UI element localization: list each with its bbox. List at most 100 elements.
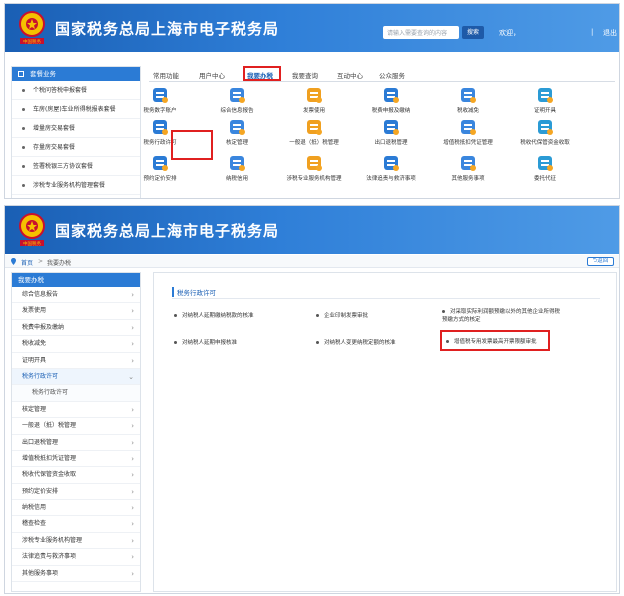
tab-0[interactable]: 常用功能 <box>153 70 179 80</box>
service-item[interactable]: 增值税抵扣凭证管理 <box>432 119 504 148</box>
sidebar-item[interactable]: 综合信息报告 › <box>12 287 140 304</box>
sidebar-item[interactable]: 税费申报及缴纳 › <box>12 320 140 337</box>
sidebar-item[interactable]: 发票使用 › <box>12 303 140 320</box>
service-icon <box>461 88 476 103</box>
sidebar-item[interactable]: 出口退税管理 › <box>12 435 140 451</box>
service-label: 证明开具 <box>533 108 556 114</box>
service-label: 综合信息报告 <box>220 108 254 114</box>
chevron-icon: › <box>131 340 134 349</box>
breadcrumb-current: 我要办税 <box>47 260 72 267</box>
service-label: 委托代征 <box>533 176 556 182</box>
service-item[interactable]: 税务数字账户 <box>124 87 196 116</box>
package-item[interactable]: 签署税银三方协议套餐 <box>12 157 140 176</box>
sidebar-item[interactable]: 增值税抵扣凭证管理 › <box>12 451 140 468</box>
sidebar-item[interactable]: 税务行政许可 <box>12 385 140 402</box>
back-button[interactable]: ⮌返回 <box>587 257 614 266</box>
package-sidebar: 套餐业务 个税问答税申报套餐 车房(房屋)车业所得税报表套餐 增量房交易套餐 存量房交… <box>11 66 141 198</box>
site-title: 国家税务总局上海市电子税务局 <box>55 222 280 240</box>
service-icon <box>153 156 168 171</box>
search-input[interactable]: 请输入需要查询的内容 <box>383 26 459 39</box>
chevron-icon: › <box>131 422 134 431</box>
service-label: 税收减免 <box>456 108 479 114</box>
sidebar-item[interactable]: 法律追责与救济事项 › <box>12 549 140 566</box>
tab-5[interactable]: 公众服务 <box>379 70 405 80</box>
sidebar-item[interactable]: 其他服务事项 › <box>12 566 140 583</box>
sidebar-item[interactable]: 涉税专业服务机构管理 › <box>12 533 140 550</box>
package-sidebar-heading: 套餐业务 <box>12 67 140 81</box>
bullet-icon <box>22 165 25 168</box>
emblem-caption: 中国税务 <box>23 240 41 247</box>
service-icon <box>461 120 476 135</box>
header-banner-2: 中国税务 国家税务总局上海市电子税务局 <box>5 206 619 254</box>
service-label: 其他服务事项 <box>451 176 485 182</box>
link-deferred-filing[interactable]: 对纳税人延期申报核准 <box>174 338 237 346</box>
sidebar-item[interactable]: 税收减免 › <box>12 336 140 353</box>
service-label: 涉税专业服务机构管理 <box>286 176 342 182</box>
service-label: 法律追责与救济事项 <box>366 176 416 182</box>
package-item[interactable]: 税（费）种综合申报套餐 <box>12 195 140 198</box>
sidebar-item[interactable]: 税收代保管资金收取 › <box>12 467 140 484</box>
service-item[interactable]: 一般退（抵）税管理 <box>278 119 350 148</box>
link-invoice-printing[interactable]: 企业印制发票审批 <box>316 311 368 319</box>
service-icon <box>153 120 168 135</box>
service-item[interactable]: 综合信息报告 <box>201 87 273 116</box>
package-item[interactable]: 存量房交易套餐 <box>12 138 140 157</box>
package-item[interactable]: 增量房交易套餐 <box>12 119 140 138</box>
tab-4[interactable]: 互动中心 <box>337 70 363 80</box>
service-icon <box>153 88 168 103</box>
selected-link-highlight <box>440 330 550 351</box>
main-tabs: 常用功能 用户中心 我要办税 我要查询 互动中心 公众服务 <box>149 66 615 82</box>
search-button[interactable]: 搜索 <box>462 26 484 39</box>
sidebar-item[interactable]: 一般退（抵）税管理 › <box>12 418 140 435</box>
service-item[interactable]: 法律追责与救济事项 <box>355 155 427 184</box>
chevron-icon: ⌄ <box>128 372 134 381</box>
service-label: 预约定价安排 <box>143 176 177 182</box>
chevron-icon: › <box>131 553 134 562</box>
sidebar-item[interactable]: 纳税信用 › <box>12 500 140 517</box>
service-item[interactable]: 税费申报及缴纳 <box>355 87 427 116</box>
package-item[interactable]: 车房(房屋)车业所得税报表套餐 <box>12 100 140 119</box>
sidebar-item[interactable]: 预约定价安排 › <box>12 484 140 501</box>
service-item[interactable]: 委托代征 <box>509 155 581 184</box>
service-item[interactable]: 出口退税管理 <box>355 119 427 148</box>
package-item[interactable]: 个税问答税申报套餐 <box>12 81 140 100</box>
link-prepay-method[interactable]: 对采取实际利润额预缴以外的其他企业所得税预缴方式的核定 <box>442 308 562 324</box>
service-icon <box>230 120 245 135</box>
tab-3[interactable]: 我要查询 <box>292 70 318 80</box>
service-item[interactable]: 其他服务事项 <box>432 155 504 184</box>
service-item[interactable]: 证明开具 <box>509 87 581 116</box>
link-quota-change[interactable]: 对纳税人变更纳税定额的核准 <box>316 338 396 346</box>
service-label: 一般退（抵）税管理 <box>289 140 339 146</box>
breadcrumb-home[interactable]: 首页 <box>21 258 33 267</box>
service-icon <box>384 88 399 103</box>
sidebar-item[interactable]: 稽查检查 › <box>12 516 140 533</box>
sidebar-item[interactable]: 核定管理 › <box>12 402 140 419</box>
service-label: 增值税抵扣凭证管理 <box>443 140 493 146</box>
tab-1[interactable]: 用户中心 <box>199 70 225 80</box>
logout-link[interactable]: 退出 <box>603 28 617 38</box>
service-item[interactable]: 税收减免 <box>432 87 504 116</box>
service-icon <box>230 88 245 103</box>
service-item[interactable]: 发票使用 <box>278 87 350 116</box>
chevron-icon: › <box>131 307 134 316</box>
welcome-text: 欢迎， <box>499 29 520 37</box>
header-banner: 中国税务 国家税务总局上海市电子税务局 请输入需要查询的内容 搜索 欢迎， | … <box>5 4 619 52</box>
service-icon <box>230 156 245 171</box>
service-label: 税费申报及缴纳 <box>371 108 411 114</box>
service-item[interactable]: 税收代保管资金收取 <box>509 119 581 148</box>
chevron-icon: › <box>131 520 134 529</box>
service-label: 出口退税管理 <box>374 140 408 146</box>
service-item[interactable]: 涉税专业服务机构管理 <box>278 155 350 184</box>
sidebar-item[interactable]: 税务行政许可 ⌄ <box>12 368 140 386</box>
service-icon <box>307 156 322 171</box>
chevron-icon: › <box>131 504 134 513</box>
sidebar-item[interactable]: 证明开具 › <box>12 353 140 369</box>
location-pin-icon <box>11 258 16 265</box>
chevron-icon: › <box>131 291 134 299</box>
tax-sidebar: 我要办税 综合信息报告 › 发票使用 › 税费申报及缴纳 › 税收减免 › 证明开具 › 税务行政许… <box>11 272 141 592</box>
bullet-icon <box>22 184 25 187</box>
chevron-icon: › <box>131 487 134 496</box>
link-deferred-payment[interactable]: 对纳税人延期缴纳税款的核准 <box>174 311 254 319</box>
package-item[interactable]: 涉税专业服务机构管理套餐 <box>12 176 140 195</box>
site-title: 国家税务总局上海市电子税务局 <box>55 20 280 38</box>
